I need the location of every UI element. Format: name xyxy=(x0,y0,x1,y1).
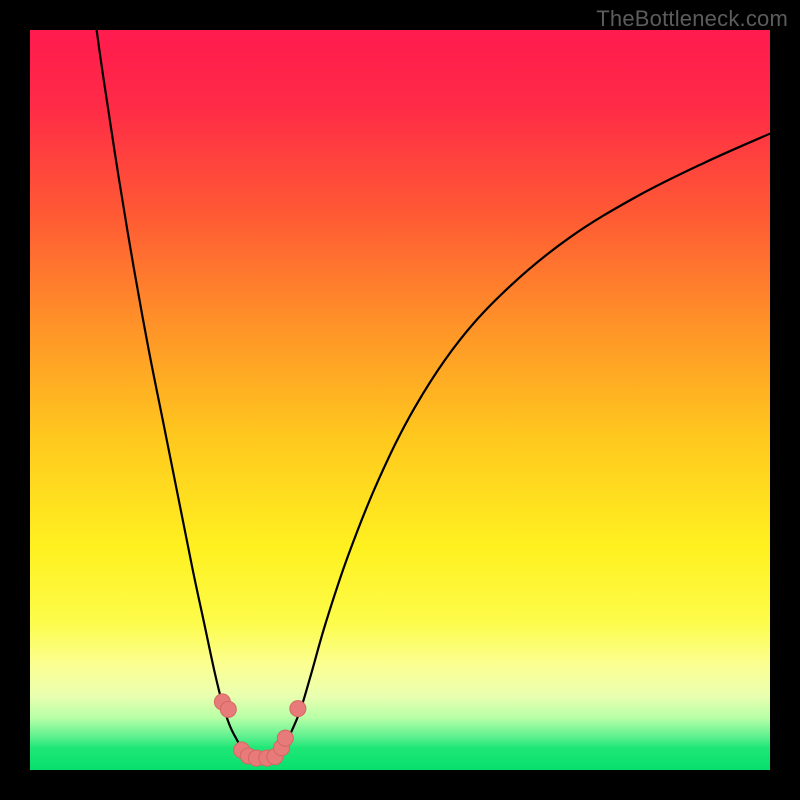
data-marker xyxy=(220,701,236,717)
left-curve xyxy=(97,30,252,759)
plot-frame xyxy=(30,30,770,770)
watermark-text: TheBottleneck.com xyxy=(596,6,788,32)
data-marker xyxy=(277,730,293,746)
chart-svg xyxy=(30,30,770,770)
right-curve xyxy=(274,134,770,759)
data-marker xyxy=(290,701,306,717)
